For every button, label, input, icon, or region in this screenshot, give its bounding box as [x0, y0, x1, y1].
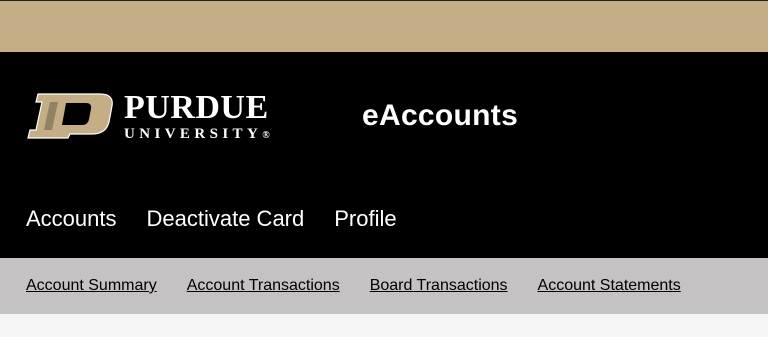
app-title: eAccounts [362, 99, 519, 132]
subnav-account-statements[interactable]: Account Statements [538, 275, 681, 297]
content-area [0, 314, 768, 337]
purdue-p-logo-icon [27, 93, 113, 139]
logo-registered-mark: ® [262, 130, 270, 141]
subnav-account-transactions[interactable]: Account Transactions [187, 275, 340, 297]
subnav-account-summary[interactable]: Account Summary [26, 275, 157, 297]
nav-deactivate-card[interactable]: Deactivate Card [147, 204, 305, 234]
purdue-logo[interactable]: PURDUE UNIVERSITY® [26, 91, 296, 144]
sub-nav: Account Summary Account Transactions Boa… [26, 275, 711, 297]
logo-university-text: UNIVERSITY [124, 126, 263, 142]
logo-line-purdue: PURDUE [124, 89, 269, 126]
nav-profile[interactable]: Profile [334, 204, 396, 234]
logo-wordmark: PURDUE UNIVERSITY® [124, 91, 294, 144]
logo-line-university: UNIVERSITY® [124, 126, 294, 144]
main-nav: Accounts Deactivate Card Profile [26, 204, 427, 234]
nav-accounts[interactable]: Accounts [26, 204, 117, 234]
subnav-board-transactions[interactable]: Board Transactions [370, 275, 508, 297]
sub-nav-bar: Account Summary Account Transactions Boa… [0, 258, 768, 314]
top-accent-bar [0, 0, 768, 52]
site-header: PURDUE UNIVERSITY® eAccounts Accounts De… [0, 52, 768, 258]
